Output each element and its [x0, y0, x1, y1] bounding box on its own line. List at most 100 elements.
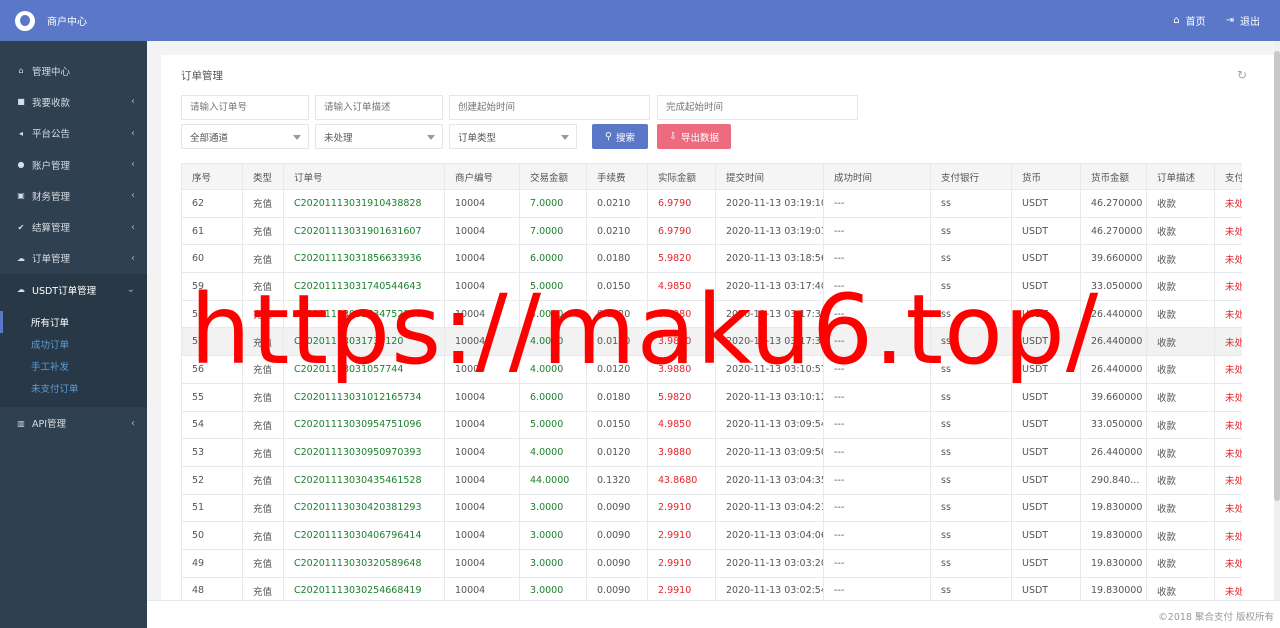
finance-icon: ▣	[17, 191, 25, 201]
table-cell: 53	[181, 438, 243, 467]
panel-title: 订单管理	[181, 70, 223, 82]
table-cell: ---	[823, 548, 931, 578]
table-cell: 10004	[444, 521, 520, 550]
table-cell: USDT	[1011, 521, 1081, 550]
table-cell: ---	[823, 521, 931, 550]
table-cell: 19.830000	[1080, 521, 1147, 550]
table-row[interactable]: 52 充值 C20201113030435461528 10004 44.0000 0.1…	[181, 465, 1242, 495]
usdt-submenu: 所有订单 成功订单 手工补发 未支付订单	[0, 305, 147, 408]
bank-icon: ▥	[17, 418, 25, 428]
table-row[interactable]: 61 充值 C20201113031901631607 10004 7.0000 0.02…	[181, 216, 1242, 246]
table-cell: 收款	[1146, 410, 1215, 440]
export-icon: ⇩	[669, 131, 677, 142]
table-cell: 2.9910	[647, 548, 716, 578]
export-button-label: 导出数据	[680, 132, 719, 144]
sidebar-item-label: 账户管理	[32, 160, 71, 172]
table-cell: 0.0150	[586, 410, 648, 440]
table-row[interactable]: 50 充值 C20201113030406796414 10004 3.0000 0.00…	[181, 521, 1242, 550]
orders-table-wrap: 序号 类型 订单号 商户编号 交易金额 手续费 实际金额 提交时间 成功时间 支付银行 货币 货币金额…	[181, 163, 1242, 600]
table-cell: 56	[181, 355, 243, 384]
table-row[interactable]: 51 充值 C20201113030420381293 10004 3.0000 0.00…	[181, 493, 1242, 523]
table-cell: C20201113030435461528	[283, 465, 445, 495]
sidebar-item-account[interactable]: ● 账户管理 ‹	[0, 149, 147, 180]
table-cell: 0.0150	[586, 272, 648, 301]
table-cell: 充值	[242, 382, 284, 412]
table-cell: 7.0000	[519, 216, 587, 246]
table-cell: 49	[181, 548, 243, 578]
table-cell: 19.830000	[1080, 576, 1147, 600]
sidebar-item-finance[interactable]: ▣ 财务管理 ‹	[0, 180, 147, 211]
table-cell: 充值	[242, 355, 284, 384]
table-cell: USDT	[1011, 355, 1081, 384]
table-cell: 10004	[444, 438, 520, 467]
table-cell: 3.9880	[647, 327, 716, 357]
table-cell: 46.270000	[1080, 189, 1147, 218]
table-cell: C20201113030254668419	[283, 576, 445, 600]
sidebar-item-usdt-orders[interactable]: ☁ USDT订单管理 ⌄	[0, 274, 147, 306]
table-cell: USDT	[1011, 272, 1081, 301]
order-type-select-value: 订单类型	[458, 132, 497, 144]
table-cell: 收款	[1146, 216, 1215, 246]
end-time-input[interactable]	[657, 95, 858, 120]
table-row[interactable]: 55 充值 C20201113031012165734 10004 6.0000 0.01…	[181, 382, 1242, 412]
table-cell: 0.1320	[586, 465, 648, 495]
table-cell: 0.0090	[586, 548, 648, 578]
logout-link[interactable]: ⇥ 退出	[1226, 13, 1260, 28]
refresh-icon[interactable]: ↻	[1237, 68, 1247, 82]
table-row[interactable]: 49 充值 C20201113030320589648 10004 3.0000 0.00…	[181, 548, 1242, 578]
search-button[interactable]: ⚲ 搜索	[592, 124, 648, 149]
table-cell: 收款	[1146, 465, 1215, 495]
table-cell: 10004	[444, 382, 520, 412]
table-cell: 0.0090	[586, 576, 648, 600]
page-scrollbar[interactable]	[1274, 41, 1280, 601]
table-row[interactable]: 57 充值 C20201113031730120 10004 4.0000 0.0120 3…	[181, 327, 1242, 357]
submenu-unpaid-orders[interactable]: 未支付订单	[0, 377, 147, 399]
table-cell: 0.0120	[586, 327, 648, 357]
home-link[interactable]: ⌂ 首页	[1173, 13, 1205, 28]
order-type-select[interactable]: 订单类型	[449, 124, 577, 149]
sidebar-item-api[interactable]: ▥ API管理 ‹	[0, 407, 147, 438]
start-time-input[interactable]	[449, 95, 650, 120]
chevron-left-icon: ‹	[131, 417, 135, 429]
table-row[interactable]: 58 充值 C20201113031734752876 10004 4.0000 0.01…	[181, 299, 1242, 329]
table-cell: 未处理	[1214, 299, 1242, 329]
order-desc-input[interactable]	[315, 95, 443, 120]
user-icon: ●	[17, 160, 25, 170]
table-cell: 50	[181, 521, 243, 550]
sidebar-item-label: 我要收款	[32, 97, 71, 109]
table-cell: 充值	[242, 189, 284, 218]
sidebar-item-announcements[interactable]: ◂ 平台公告 ‹	[0, 118, 147, 149]
order-no-input[interactable]	[181, 95, 309, 120]
table-cell: 6.9790	[647, 189, 716, 218]
sidebar-item-admin-center[interactable]: ⌂ 管理中心	[0, 55, 147, 86]
scrollbar-thumb[interactable]	[1274, 51, 1280, 501]
column-header: 订单描述	[1146, 163, 1215, 190]
table-cell: 收款	[1146, 382, 1215, 412]
sidebar-item-orders[interactable]: ☁ 订单管理 ‹	[0, 243, 147, 274]
table-cell: 收款	[1146, 521, 1215, 550]
status-select[interactable]: 未处理	[315, 124, 443, 149]
table-row[interactable]: 56 充值 C20201113031057744 10004 4.0000 0.0120 3…	[181, 355, 1242, 384]
table-cell: ---	[823, 438, 931, 467]
table-cell: 未处理	[1214, 189, 1242, 218]
sidebar-item-receive[interactable]: ■ 我要收款 ‹	[0, 86, 147, 117]
table-cell: ---	[823, 355, 931, 384]
table-cell: 10004	[444, 493, 520, 523]
table-row[interactable]: 59 充值 C20201113031740544643 10004 5.0000 0.01…	[181, 272, 1242, 301]
table-cell: 收款	[1146, 244, 1215, 274]
sidebar-item-settlement[interactable]: ✔ 结算管理 ‹	[0, 211, 147, 242]
submenu-all-orders[interactable]: 所有订单	[0, 311, 147, 334]
channel-select[interactable]: 全部通道	[181, 124, 309, 149]
table-row[interactable]: 48 充值 C20201113030254668419 10004 3.0000 0.00…	[181, 576, 1242, 600]
table-cell: 2020-11-13 03:19:01	[715, 216, 824, 246]
table-row[interactable]: 62 充值 C20201113031910438828 10004 7.0000 0.02…	[181, 189, 1242, 218]
export-button[interactable]: ⇩ 导出数据	[657, 124, 731, 149]
table-row[interactable]: 60 充值 C20201113031856633936 10004 6.0000 0.01…	[181, 244, 1242, 274]
submenu-success-orders[interactable]: 成功订单	[0, 333, 147, 355]
table-cell: 6.0000	[519, 382, 587, 412]
submenu-manual-reissue[interactable]: 手工补发	[0, 355, 147, 377]
table-row[interactable]: 53 充值 C20201113030950970393 10004 4.0000 0.01…	[181, 438, 1242, 467]
table-row[interactable]: 54 充值 C20201113030954751096 10004 5.0000 0.01…	[181, 410, 1242, 440]
table-cell: ss	[930, 299, 1012, 329]
table-cell: USDT	[1011, 189, 1081, 218]
